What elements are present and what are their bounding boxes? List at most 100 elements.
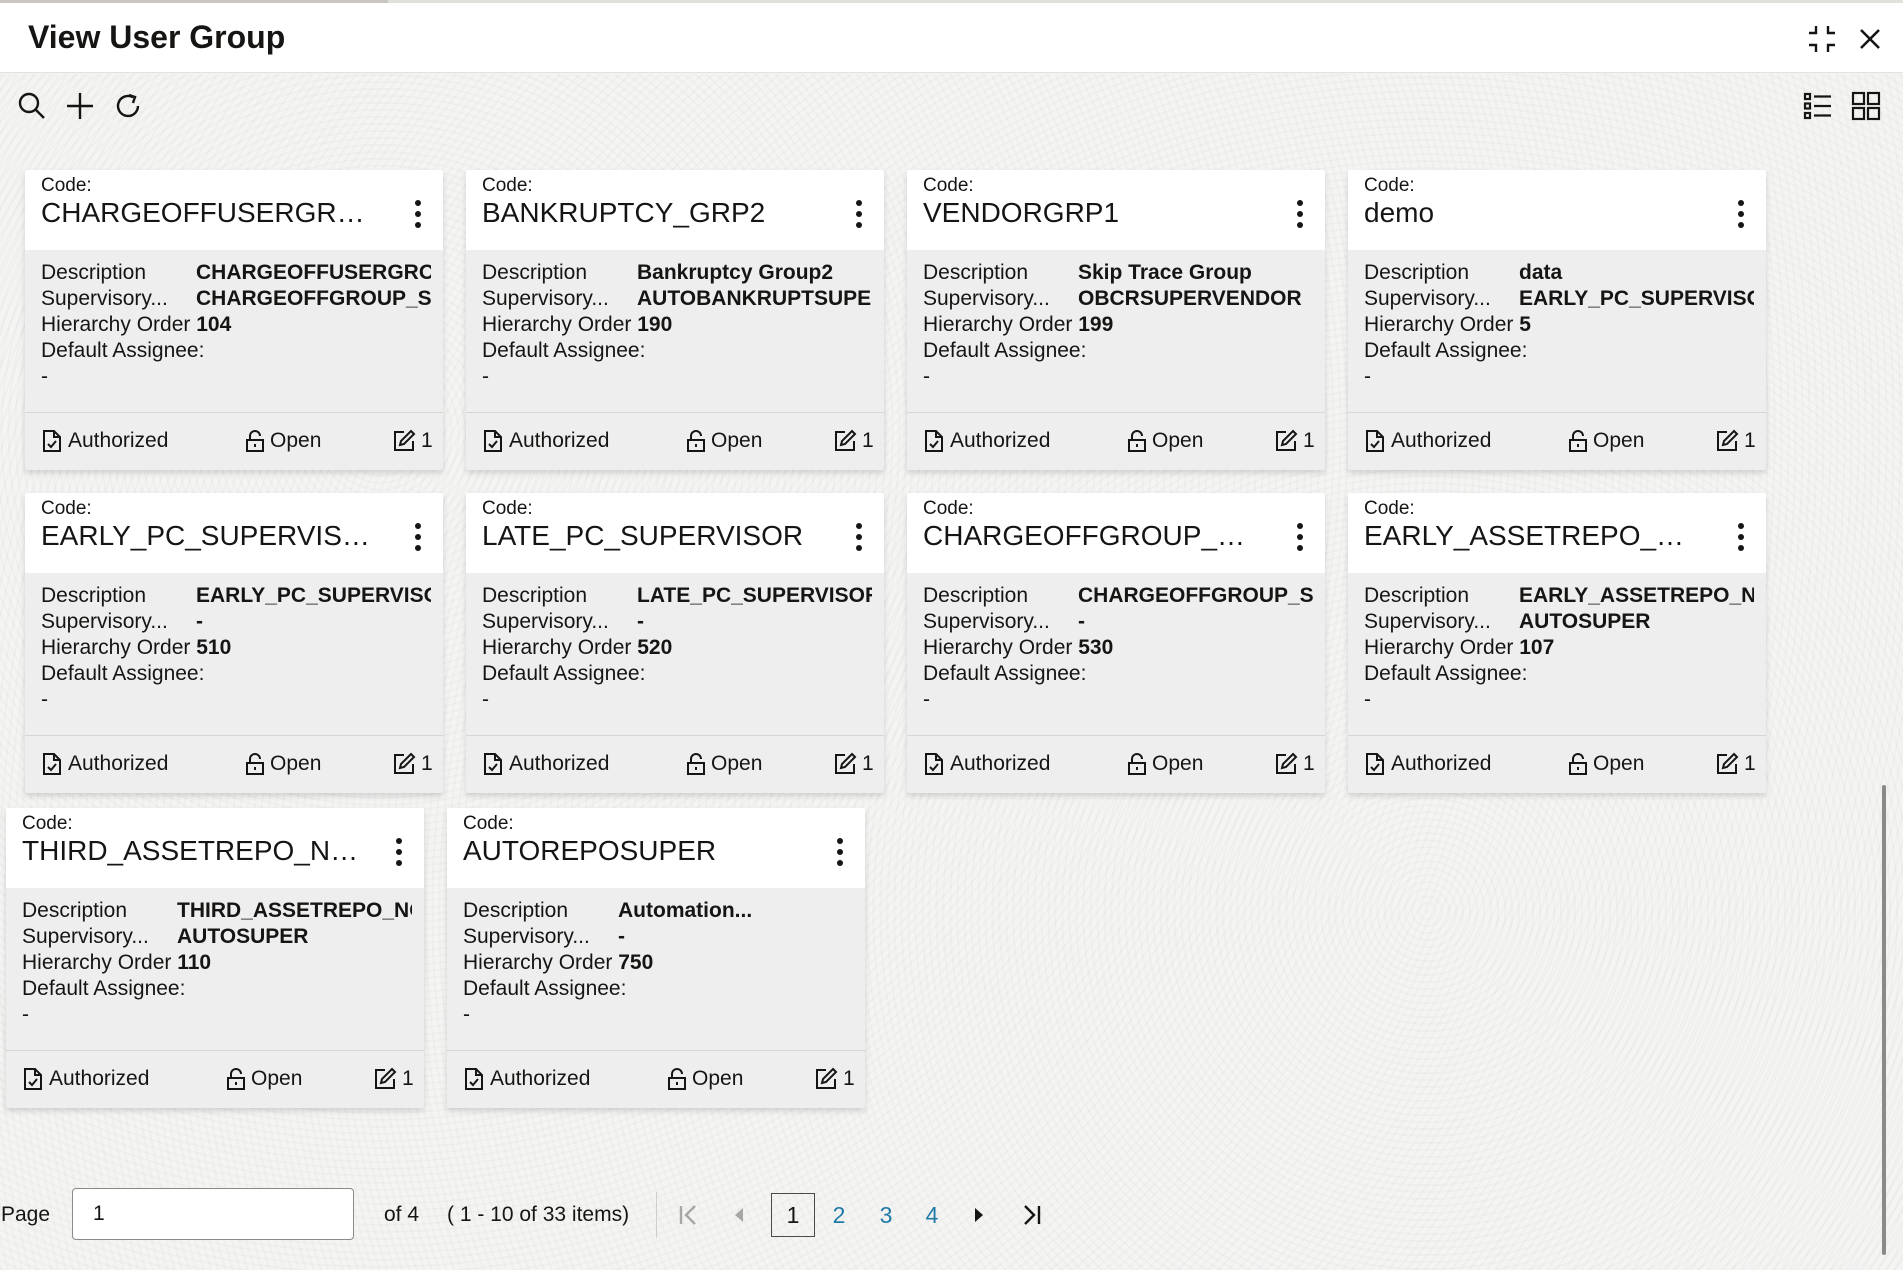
vertical-scrollbar[interactable] bbox=[1882, 785, 1886, 1255]
supervisory-label: Supervisory... bbox=[1364, 610, 1491, 633]
card-options-button[interactable] bbox=[405, 196, 431, 232]
edit-icon bbox=[1717, 429, 1739, 451]
hierarchy-order-label: Hierarchy Order bbox=[923, 636, 1073, 659]
user-group-card[interactable]: Code: EARLY_PC_SUPERVISOR Description EAR… bbox=[25, 493, 443, 793]
modification-number[interactable]: 1 bbox=[392, 750, 433, 778]
authorization-status[interactable]: Authorized bbox=[482, 750, 609, 778]
record-status[interactable]: Open bbox=[1127, 750, 1203, 778]
record-status[interactable]: Open bbox=[226, 1065, 302, 1093]
user-group-card[interactable]: Code: LATE_PC_SUPERVISOR Description LATE… bbox=[466, 493, 884, 793]
card-options-button[interactable] bbox=[827, 834, 853, 870]
document-check-icon bbox=[43, 753, 61, 775]
hierarchy-order-value: 750 bbox=[618, 951, 654, 974]
page-number-2[interactable]: 2 bbox=[824, 1193, 854, 1237]
refresh-button[interactable] bbox=[110, 88, 146, 124]
description-value: data bbox=[1519, 261, 1563, 284]
user-group-card[interactable]: Code: CHARGEOFFGROUP_SUP... Description C… bbox=[907, 493, 1325, 793]
authorization-status[interactable]: Authorized bbox=[923, 427, 1050, 455]
first-page-button[interactable] bbox=[672, 1198, 706, 1232]
previous-page-button[interactable] bbox=[722, 1198, 756, 1232]
record-status[interactable]: Open bbox=[1568, 427, 1644, 455]
next-page-button[interactable] bbox=[962, 1198, 996, 1232]
document-check-icon bbox=[1366, 430, 1384, 452]
card-options-button[interactable] bbox=[846, 519, 872, 555]
card-footer: Authorized Open 1 bbox=[25, 735, 443, 793]
card-footer: Authorized Open 1 bbox=[6, 1050, 424, 1108]
modification-number[interactable]: 1 bbox=[1274, 427, 1315, 455]
record-status[interactable]: Open bbox=[667, 1065, 743, 1093]
user-group-card[interactable]: Code: AUTOREPOSUPER Description Automatio… bbox=[447, 808, 865, 1108]
page-title: View User Group bbox=[28, 19, 286, 55]
modification-count: 1 bbox=[1303, 752, 1315, 775]
record-status[interactable]: Open bbox=[1568, 750, 1644, 778]
card-options-button[interactable] bbox=[1287, 519, 1313, 555]
authorization-status-text: Authorized bbox=[1391, 752, 1492, 775]
user-group-card[interactable]: Code: CHARGEOFFUSERGROUP Description CHAR… bbox=[25, 170, 443, 470]
minimize-button[interactable] bbox=[1804, 21, 1840, 57]
supervisory-label: Supervisory... bbox=[41, 287, 168, 310]
dialog-header: View User Group bbox=[0, 3, 1903, 73]
authorization-status[interactable]: Authorized bbox=[41, 750, 168, 778]
page-number-input[interactable] bbox=[72, 1188, 354, 1240]
authorization-status[interactable]: Authorized bbox=[22, 1065, 149, 1093]
page-number-4[interactable]: 4 bbox=[917, 1193, 947, 1237]
group-code: BANKRUPTCY_GRP2 bbox=[482, 197, 766, 228]
edit-icon bbox=[1717, 752, 1739, 774]
modification-number[interactable]: 1 bbox=[1715, 427, 1756, 455]
record-status[interactable]: Open bbox=[686, 750, 762, 778]
modification-number[interactable]: 1 bbox=[814, 1065, 855, 1093]
modification-number[interactable]: 1 bbox=[392, 427, 433, 455]
user-group-card[interactable]: Code: THIRD_ASSETREPO_NO_... Description… bbox=[6, 808, 424, 1108]
modification-number[interactable]: 1 bbox=[833, 427, 874, 455]
edit-icon bbox=[375, 1067, 397, 1089]
supervisory-value: AUTOBANKRUPTSUPER bbox=[637, 287, 872, 310]
record-status[interactable]: Open bbox=[245, 427, 321, 455]
unlock-icon bbox=[227, 1068, 245, 1090]
authorization-status[interactable]: Authorized bbox=[463, 1065, 590, 1093]
authorization-status[interactable]: Authorized bbox=[1364, 750, 1491, 778]
search-button[interactable] bbox=[14, 88, 50, 124]
description-label: Description bbox=[923, 584, 1029, 607]
record-status[interactable]: Open bbox=[1127, 427, 1203, 455]
authorization-status[interactable]: Authorized bbox=[923, 750, 1050, 778]
authorization-status[interactable]: Authorized bbox=[1364, 427, 1491, 455]
authorization-status[interactable]: Authorized bbox=[482, 427, 609, 455]
group-code: LATE_PC_SUPERVISOR bbox=[482, 520, 804, 551]
record-status-text: Open bbox=[1152, 752, 1204, 775]
group-code: CHARGEOFFUSERGROUP bbox=[41, 197, 381, 228]
modification-number[interactable]: 1 bbox=[1715, 750, 1756, 778]
card-options-button[interactable] bbox=[1728, 196, 1754, 232]
description-label: Description bbox=[482, 261, 588, 284]
tile-view-button[interactable] bbox=[1848, 88, 1884, 124]
card-options-button[interactable] bbox=[1728, 519, 1754, 555]
user-group-card[interactable]: Code: EARLY_ASSETREPO_NO_... Description… bbox=[1348, 493, 1766, 793]
card-options-button[interactable] bbox=[405, 519, 431, 555]
page-count: of 4 bbox=[384, 1203, 420, 1226]
add-button[interactable] bbox=[62, 88, 98, 124]
default-assignee-label: Default Assignee: bbox=[923, 339, 1087, 362]
record-status[interactable]: Open bbox=[245, 750, 321, 778]
default-assignee-label: Default Assignee: bbox=[22, 977, 186, 1000]
user-group-card[interactable]: Code: demo Description data Supervisory..… bbox=[1348, 170, 1766, 470]
card-options-button[interactable] bbox=[386, 834, 412, 870]
last-page-button[interactable] bbox=[1014, 1198, 1048, 1232]
modification-number[interactable]: 1 bbox=[373, 1065, 414, 1093]
code-label: Code: bbox=[463, 813, 514, 834]
default-assignee-label: Default Assignee: bbox=[923, 662, 1087, 685]
hierarchy-order-label: Hierarchy Order bbox=[463, 951, 613, 974]
code-label: Code: bbox=[1364, 498, 1415, 519]
close-button[interactable] bbox=[1852, 21, 1888, 57]
record-status[interactable]: Open bbox=[686, 427, 762, 455]
page-number-3[interactable]: 3 bbox=[871, 1193, 901, 1237]
user-group-card[interactable]: Code: VENDORGRP1 Description Skip Trace G… bbox=[907, 170, 1325, 470]
card-options-button[interactable] bbox=[1287, 196, 1313, 232]
list-view-button[interactable] bbox=[1800, 88, 1836, 124]
page-number-1[interactable]: 1 bbox=[771, 1193, 815, 1237]
user-group-card[interactable]: Code: BANKRUPTCY_GRP2 Description Bankrup… bbox=[466, 170, 884, 470]
document-check-icon bbox=[465, 1068, 483, 1090]
hierarchy-order-value: 190 bbox=[637, 313, 673, 336]
authorization-status[interactable]: Authorized bbox=[41, 427, 168, 455]
card-options-button[interactable] bbox=[846, 196, 872, 232]
modification-number[interactable]: 1 bbox=[833, 750, 874, 778]
modification-number[interactable]: 1 bbox=[1274, 750, 1315, 778]
